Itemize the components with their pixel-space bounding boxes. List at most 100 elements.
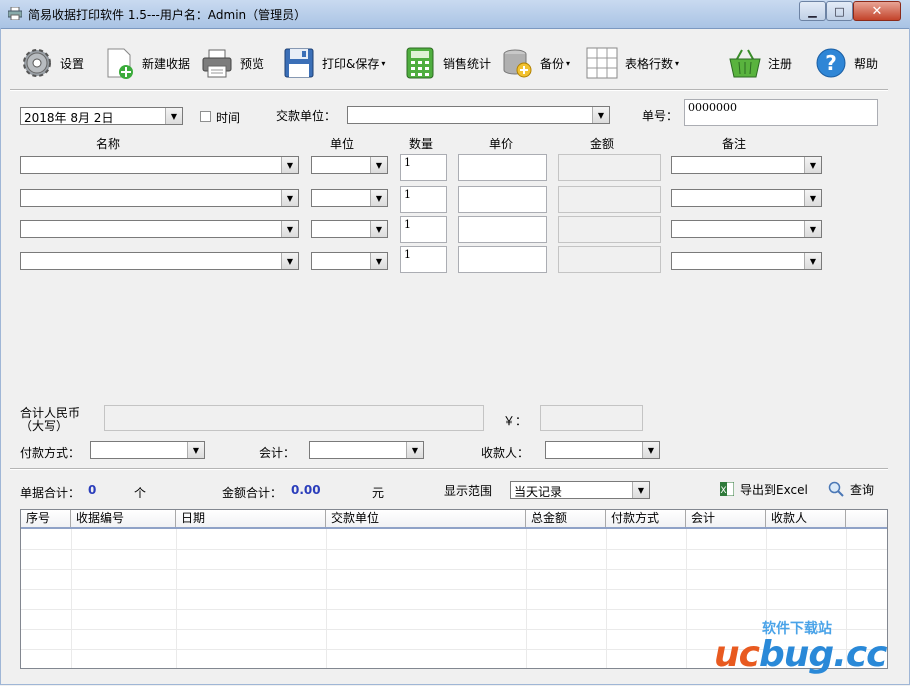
close-icon: ✕ [871,3,883,19]
toolbar-divider [10,89,888,91]
payee-combo[interactable]: ▼ [545,441,660,459]
column-header[interactable]: 收款人 [766,510,846,527]
site-watermark: 软件下载站 ucbug.cc [714,618,904,675]
item-unit-combo[interactable]: ▼ [311,220,388,238]
item-name-dropdown-icon[interactable]: ▼ [281,157,298,173]
maximize-icon: □ [834,4,845,18]
settings-button[interactable]: 设置 [20,44,84,82]
new-receipt-button[interactable]: 新建收据 [102,44,190,82]
backup-button[interactable]: 备份 ▾ [500,44,570,82]
item-unit-dropdown-icon[interactable]: ▼ [370,253,387,269]
item-unit-dropdown-icon[interactable]: ▼ [370,221,387,237]
item-unit-dropdown-icon[interactable]: ▼ [370,157,387,173]
item-qty-input[interactable]: 1 [400,154,447,181]
item-unit-combo[interactable]: ▼ [311,156,388,174]
watermark-logo: ucbug.cc [714,634,888,675]
export-excel-button[interactable]: X 导出到Excel [720,480,808,498]
maximize-button[interactable]: □ [826,1,853,21]
date-dropdown-icon[interactable]: ▼ [165,108,182,124]
item-name-combo[interactable]: ▼ [20,156,299,174]
preview-button[interactable]: 预览 [200,44,264,82]
column-divider [526,529,527,668]
item-name-combo[interactable]: ▼ [20,252,299,270]
svg-text:?: ? [825,51,837,75]
header-note: 备注 [722,137,747,151]
date-picker[interactable]: 2018年 8月 2日 ▼ [20,107,183,125]
settings-label: 设置 [60,56,85,71]
table-rows-button[interactable]: 表格行数 ▾ [585,44,679,82]
accountant-dropdown-icon[interactable]: ▼ [406,442,423,458]
number-label: 单号： [642,109,679,123]
item-name-dropdown-icon[interactable]: ▼ [281,253,298,269]
item-name-dropdown-icon[interactable]: ▼ [281,221,298,237]
column-header[interactable]: 收据编号 [71,510,176,527]
column-header[interactable]: 总金额 [526,510,606,527]
close-button[interactable]: ✕ [853,1,901,21]
amount-total-label: 金额合计： [222,486,283,500]
header-qty: 数量 [409,137,434,151]
query-button[interactable]: 查询 [828,480,874,498]
minimize-button[interactable]: ▁ [799,1,826,21]
number-input[interactable]: 0000000 [684,99,878,126]
new-document-icon [107,48,133,79]
amount-total-value: 0.00 [291,483,321,497]
payment-method-combo[interactable]: ▼ [90,441,205,459]
column-divider [326,529,327,668]
accountant-combo[interactable]: ▼ [309,441,424,459]
column-header[interactable]: 会计 [686,510,766,527]
partner-dropdown-icon[interactable]: ▼ [592,107,609,123]
item-note-combo[interactable]: ▼ [671,220,822,238]
partner-label: 交款单位： [276,109,337,123]
column-divider [686,529,687,668]
display-range-select[interactable]: 当天记录 ▼ [510,481,650,499]
item-price-input[interactable] [458,246,547,273]
item-name-dropdown-icon[interactable]: ▼ [281,190,298,206]
payee-dropdown-icon[interactable]: ▼ [642,442,659,458]
yen-label: ￥： [503,414,528,428]
total-rmb-uppercase-label: （大写） [20,419,69,433]
item-price-input[interactable] [458,154,547,181]
column-header[interactable]: 序号 [21,510,71,527]
time-checkbox[interactable] [200,111,211,122]
column-header[interactable]: 日期 [176,510,326,527]
item-unit-dropdown-icon[interactable]: ▼ [370,190,387,206]
new-receipt-label: 新建收据 [142,56,191,71]
item-qty-input[interactable]: 1 [400,216,447,243]
sales-stats-button[interactable]: 销售统计 [403,44,491,82]
item-note-dropdown-icon[interactable]: ▼ [804,221,821,237]
preview-label: 预览 [240,56,265,71]
item-price-input[interactable] [458,186,547,213]
partner-combo[interactable]: ▼ [347,106,610,124]
help-button[interactable]: ? 帮助 [814,44,878,82]
print-save-button[interactable]: 打印&保存 ▾ [282,44,385,82]
item-qty-input[interactable]: 1 [400,246,447,273]
print-save-dropdown-icon: ▾ [381,58,386,68]
item-note-dropdown-icon[interactable]: ▼ [804,157,821,173]
total-rmb-uppercase-field [104,405,484,431]
item-note-dropdown-icon[interactable]: ▼ [804,190,821,206]
table-grid-icon [586,47,618,79]
item-name-combo[interactable]: ▼ [20,220,299,238]
display-range-dropdown-icon[interactable]: ▼ [632,482,649,498]
item-unit-combo[interactable]: ▼ [311,189,388,207]
item-unit-combo[interactable]: ▼ [311,252,388,270]
column-divider [71,529,72,668]
gear-icon [23,49,51,77]
column-header[interactable]: 交款单位 [326,510,526,527]
sales-stats-label: 销售统计 [443,56,492,71]
item-note-dropdown-icon[interactable]: ▼ [804,253,821,269]
item-note-combo[interactable]: ▼ [671,156,822,174]
receipt-count-label: 单据合计： [20,486,81,500]
item-qty-input[interactable]: 1 [400,186,447,213]
register-button[interactable]: 注册 [728,44,792,82]
item-note-combo[interactable]: ▼ [671,189,822,207]
item-name-combo[interactable]: ▼ [20,189,299,207]
item-note-combo[interactable]: ▼ [671,252,822,270]
payment-dropdown-icon[interactable]: ▼ [187,442,204,458]
header-unit: 单位 [330,137,355,151]
item-amount-field [558,246,661,273]
calculator-icon [406,47,434,79]
item-price-input[interactable] [458,216,547,243]
column-header[interactable]: 付款方式 [606,510,686,527]
form-divider [10,468,888,470]
